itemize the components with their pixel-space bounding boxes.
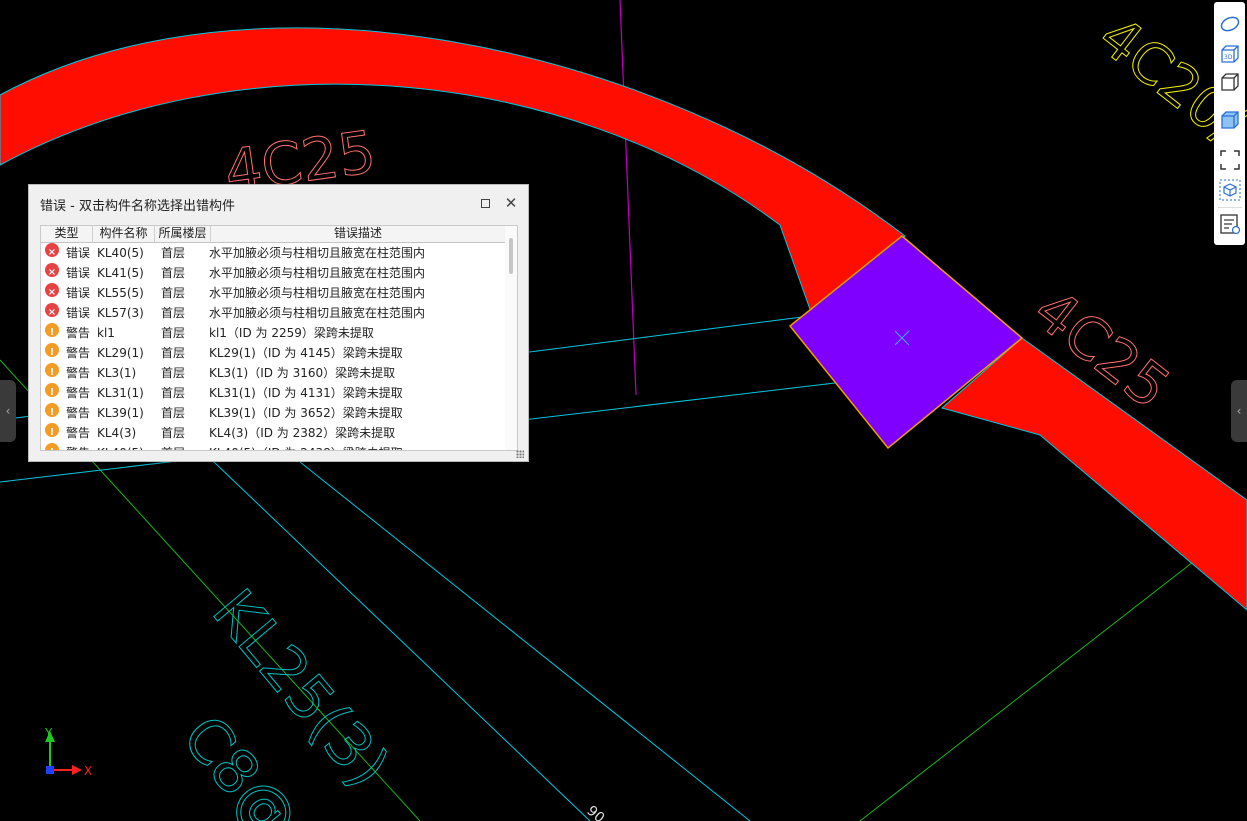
orbit-icon[interactable] — [1218, 12, 1242, 36]
row-description: KL29(1)（ID 为 4145）梁跨未提取 — [209, 346, 403, 360]
warning-icon: ! — [45, 383, 59, 398]
row-type: 警告 — [66, 443, 90, 450]
row-component-name[interactable]: KL39(1) — [97, 403, 144, 423]
header-desc[interactable]: 错误描述 — [211, 226, 506, 242]
row-component-name[interactable]: KL40(5) — [97, 243, 144, 263]
row-type: 警告 — [66, 426, 91, 440]
dashed-cube-icon[interactable] — [1218, 178, 1242, 202]
header-floor[interactable]: 所属楼层 — [155, 226, 211, 242]
table-header: 类型 构件名称 所属楼层 错误描述 — [41, 226, 506, 243]
row-floor: 首层 — [161, 426, 186, 440]
row-component-name[interactable]: KL3(1) — [97, 363, 136, 383]
row-type: 警告 — [66, 366, 91, 380]
row-type: 错误 — [66, 286, 91, 300]
table-row[interactable]: ! 警告 KL31(1) 首层 KL31(1)（ID 为 4131）梁跨未提取 — [41, 383, 506, 403]
warning-icon: ! — [45, 343, 59, 358]
row-description: kl1（ID 为 2259）梁跨未提取 — [209, 326, 374, 340]
dialog-title: 错误 - 双击构件名称选择出错构件 — [40, 199, 235, 214]
table-row[interactable]: × 错误 KL40(5) 首层 水平加腋必须与柱相切且腋宽在柱范围内 — [41, 243, 506, 263]
row-floor: 首层 — [161, 406, 186, 420]
view-box-icon[interactable] — [1218, 70, 1242, 97]
row-type: 警告 — [66, 406, 91, 420]
row-floor: 首层 — [161, 266, 186, 280]
table-row[interactable]: × 错误 KL41(5) 首层 水平加腋必须与柱相切且腋宽在柱范围内 — [41, 263, 506, 283]
table-row[interactable]: ! 警告 KL29(1) 首层 KL29(1)（ID 为 4145）梁跨未提取 — [41, 343, 506, 363]
row-component-name[interactable]: kl1 — [97, 323, 115, 343]
header-type[interactable]: 类型 — [41, 226, 93, 242]
row-description: KL4(3)（ID 为 2382）梁跨未提取 — [209, 426, 396, 440]
row-floor: 首层 — [161, 306, 186, 320]
green-axis-line — [859, 519, 1247, 821]
row-component-name[interactable]: KL31(1) — [97, 383, 144, 403]
row-type: 错误 — [66, 266, 91, 280]
properties-panel-icon[interactable] — [1218, 212, 1242, 236]
resize-grip-icon[interactable] — [516, 450, 524, 458]
row-description: KL40(5)（ID 为 2438）梁跨未提取 — [209, 443, 403, 450]
row-type: 错误 — [66, 306, 91, 320]
maximize-icon — [480, 198, 490, 208]
row-description: 水平加腋必须与柱相切且腋宽在柱范围内 — [209, 266, 426, 280]
maximize-button[interactable] — [475, 193, 495, 213]
row-floor: 首层 — [161, 286, 186, 300]
warning-icon: ! — [45, 323, 59, 338]
axis-x-label: X — [84, 764, 92, 778]
warning-icon: ! — [45, 363, 59, 378]
error-table[interactable]: 类型 构件名称 所属楼层 错误描述 × 错误 KL40(5) 首层 水平加腋必须与柱相切… — [40, 225, 518, 451]
row-description: KL3(1)（ID 为 3160）梁跨未提取 — [209, 366, 396, 380]
view-toolbar: 3D — [1214, 2, 1245, 245]
vertical-scrollbar[interactable] — [505, 226, 517, 450]
row-component-name[interactable]: KL40(5) — [97, 443, 144, 450]
row-description: 水平加腋必须与柱相切且腋宽在柱范围内 — [209, 306, 426, 320]
row-component-name[interactable]: KL29(1) — [97, 343, 144, 363]
row-component-name[interactable]: KL4(3) — [97, 423, 136, 443]
row-description: 水平加腋必须与柱相切且腋宽在柱范围内 — [209, 246, 426, 260]
warning-icon: ! — [45, 423, 59, 438]
close-button[interactable]: ✕ — [501, 193, 521, 213]
row-component-name[interactable]: KL41(5) — [97, 263, 144, 283]
error-icon: × — [45, 303, 59, 318]
toolbar-divider — [1218, 207, 1242, 208]
magenta-line — [619, 0, 637, 396]
row-floor: 首层 — [161, 443, 185, 450]
row-floor: 首层 — [161, 246, 186, 260]
table-row[interactable]: ! 警告 KL40(5) 首层 KL40(5)（ID 为 2438）梁跨未提取 — [41, 443, 506, 450]
row-floor: 首层 — [161, 326, 186, 340]
error-icon: × — [45, 283, 59, 298]
view-3d-icon[interactable]: 3D — [1218, 42, 1242, 66]
table-row[interactable]: × 错误 KL55(5) 首层 水平加腋必须与柱相切且腋宽在柱范围内 — [41, 283, 506, 303]
warning-icon: ! — [45, 443, 59, 450]
error-icon: × — [45, 263, 59, 278]
row-component-name[interactable]: KL55(5) — [97, 283, 144, 303]
table-row[interactable]: × 错误 KL57(3) 首层 水平加腋必须与柱相切且腋宽在柱范围内 — [41, 303, 506, 323]
row-component-name[interactable]: KL57(3) — [97, 303, 144, 323]
row-type: 警告 — [66, 386, 91, 400]
fullscreen-frame-icon[interactable] — [1218, 148, 1242, 172]
close-icon: ✕ — [504, 194, 518, 212]
table-row[interactable]: ! 警告 KL39(1) 首层 KL39(1)（ID 为 3652）梁跨未提取 — [41, 403, 506, 423]
row-floor: 首层 — [161, 346, 186, 360]
header-name[interactable]: 构件名称 — [93, 226, 155, 242]
row-type: 警告 — [66, 346, 91, 360]
view-3d-label: 3D — [1224, 54, 1233, 61]
view-cube-filled-icon[interactable] — [1218, 108, 1242, 132]
row-floor: 首层 — [161, 386, 186, 400]
right-panel-toggle[interactable]: ‹ — [1231, 380, 1247, 442]
table-row[interactable]: ! 警告 kl1 首层 kl1（ID 为 2259）梁跨未提取 — [41, 323, 506, 343]
warning-icon: ! — [45, 403, 59, 418]
row-floor: 首层 — [161, 366, 186, 380]
error-icon: × — [45, 243, 59, 258]
scrollbar-thumb[interactable] — [509, 238, 513, 274]
row-description: KL39(1)（ID 为 3652）梁跨未提取 — [209, 406, 403, 420]
table-row[interactable]: ! 警告 KL4(3) 首层 KL4(3)（ID 为 2382）梁跨未提取 — [41, 423, 506, 443]
axis-indicator: Y X — [44, 726, 92, 778]
row-type: 错误 — [66, 246, 91, 260]
row-description: 水平加腋必须与柱相切且腋宽在柱范围内 — [209, 286, 426, 300]
error-dialog[interactable]: 错误 - 双击构件名称选择出错构件 ✕ 类型 构件名称 所属楼层 错误描述 × 错… — [28, 184, 529, 462]
row-type: 警告 — [66, 326, 91, 340]
axis-y-label: Y — [44, 726, 53, 740]
left-panel-toggle[interactable]: ‹ — [0, 380, 16, 442]
table-row[interactable]: ! 警告 KL3(1) 首层 KL3(1)（ID 为 3160）梁跨未提取 — [41, 363, 506, 383]
row-description: KL31(1)（ID 为 4131）梁跨未提取 — [209, 386, 403, 400]
